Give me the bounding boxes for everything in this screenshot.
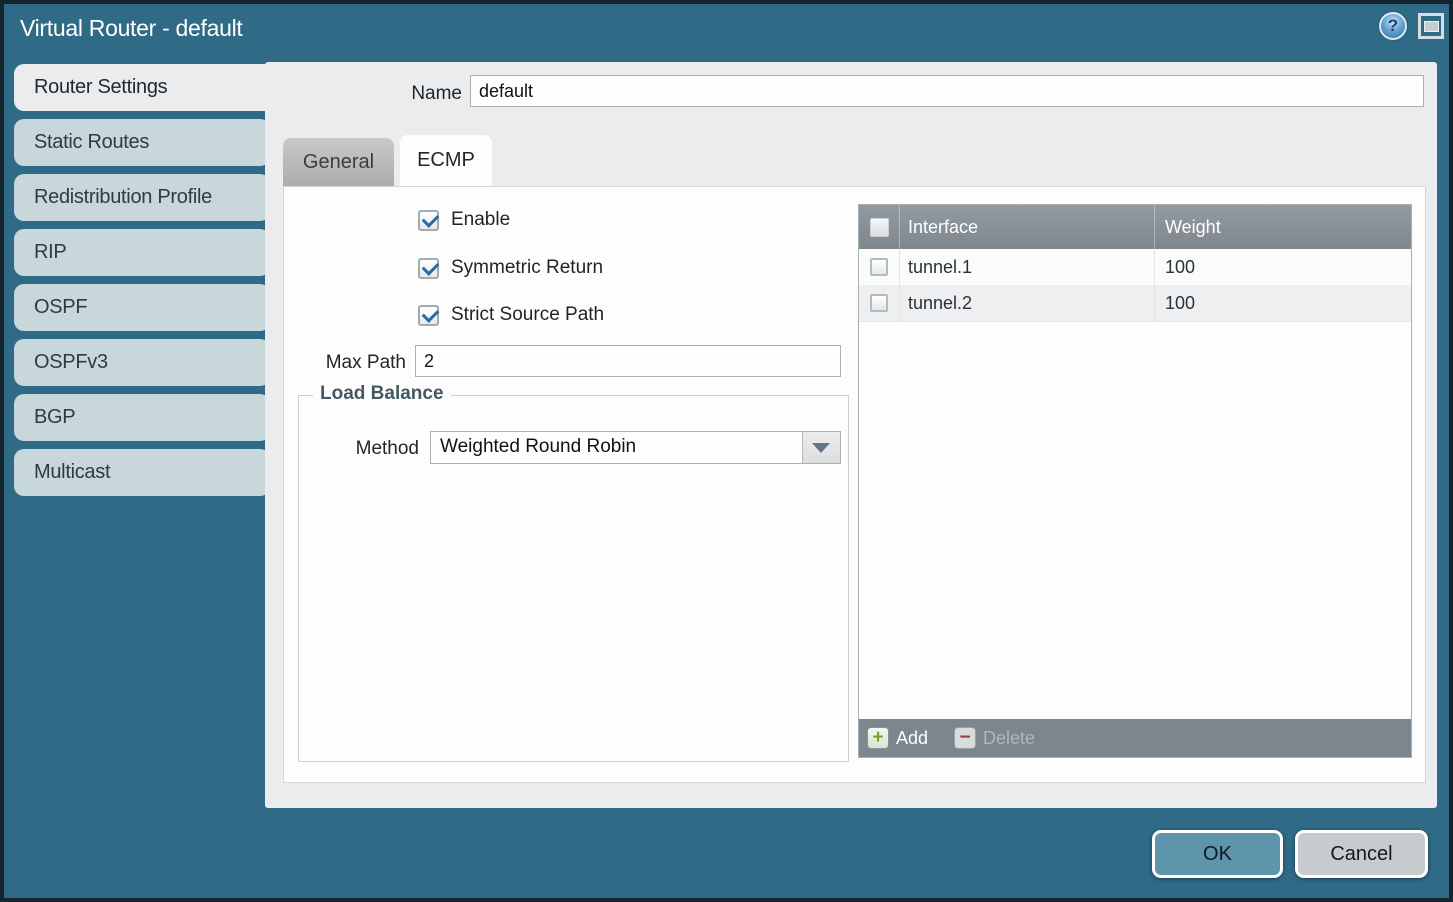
table-header: Interface Weight (859, 205, 1411, 249)
sidebar-item-ospfv3[interactable]: OSPFv3 (14, 339, 270, 386)
interface-cell: tunnel.1 (899, 249, 1154, 285)
header-checkbox-cell (859, 205, 899, 249)
method-label: Method (299, 438, 419, 460)
method-selected-value: Weighted Round Robin (440, 436, 636, 458)
table-row[interactable]: tunnel.1 100 (859, 249, 1411, 285)
sidebar-item-router-settings[interactable]: Router Settings (14, 64, 276, 111)
strict-source-path-checkbox[interactable] (418, 305, 439, 326)
interface-cell: tunnel.2 (899, 285, 1154, 321)
virtual-router-dialog: Virtual Router - default ? Router Settin… (0, 0, 1453, 902)
row-checkbox[interactable] (870, 258, 888, 276)
checkmark-icon (422, 305, 440, 323)
chevron-down-triangle (812, 443, 830, 453)
sidebar-item-ospf[interactable]: OSPF (14, 284, 270, 331)
add-plus-icon: + (867, 727, 889, 749)
add-button-label: Add (896, 728, 928, 749)
symmetric-return-checkbox[interactable] (418, 258, 439, 279)
delete-button-label: Delete (983, 728, 1035, 749)
sidebar-item-static-routes[interactable]: Static Routes (14, 119, 270, 166)
delete-button[interactable]: − Delete (954, 727, 1035, 749)
interface-column-header[interactable]: Interface (899, 205, 1154, 249)
table-toolbar: + Add − Delete (859, 719, 1411, 757)
chevron-down-icon[interactable] (802, 432, 840, 463)
sidebar-item-bgp[interactable]: BGP (14, 394, 270, 441)
row-checkbox[interactable] (870, 294, 888, 312)
table-row[interactable]: tunnel.2 100 (859, 285, 1411, 322)
name-input[interactable] (470, 75, 1424, 107)
weight-cell: 100 (1154, 285, 1411, 321)
row-checkbox-cell (859, 249, 899, 285)
cancel-button[interactable]: Cancel (1295, 830, 1428, 878)
ecmp-tab-content: Enable Symmetric Return Strict Source Pa… (283, 186, 1426, 783)
dialog-title: Virtual Router - default (20, 15, 243, 42)
restore-window-icon[interactable] (1418, 13, 1444, 39)
sidebar-item-rip[interactable]: RIP (14, 229, 270, 276)
max-path-input[interactable] (415, 345, 841, 377)
method-dropdown[interactable]: Weighted Round Robin (430, 431, 841, 464)
strict-source-path-label: Strict Source Path (451, 304, 604, 326)
tab-ecmp[interactable]: ECMP (400, 135, 492, 186)
content-panel: Name General ECMP Enable Symmetric Retur… (265, 62, 1437, 808)
enable-label: Enable (451, 209, 510, 231)
sidebar-item-multicast[interactable]: Multicast (14, 449, 270, 496)
row-checkbox-cell (859, 285, 899, 321)
ok-button[interactable]: OK (1152, 830, 1283, 878)
sidebar-item-redistribution-profile[interactable]: Redistribution Profile (14, 174, 270, 221)
tab-general[interactable]: General (283, 138, 394, 186)
help-icon[interactable]: ? (1379, 12, 1407, 40)
max-path-label: Max Path (284, 352, 406, 374)
checkmark-icon (422, 258, 440, 276)
weight-column-header[interactable]: Weight (1154, 205, 1411, 249)
name-label: Name (265, 83, 462, 105)
restore-window-icon-inner (1424, 21, 1439, 32)
load-balance-legend: Load Balance (313, 383, 451, 405)
select-all-checkbox[interactable] (870, 218, 889, 237)
interface-table: Interface Weight tunnel.1 100 tunnel.2 1… (858, 204, 1412, 758)
delete-minus-icon: − (954, 727, 976, 749)
symmetric-return-label: Symmetric Return (451, 257, 603, 279)
sidebar: Router Settings Static Routes Redistribu… (14, 64, 276, 496)
add-button[interactable]: + Add (867, 727, 928, 749)
enable-checkbox[interactable] (418, 210, 439, 231)
weight-cell: 100 (1154, 249, 1411, 285)
load-balance-group: Load Balance Method Weighted Round Robin (298, 395, 849, 762)
checkmark-icon (422, 210, 440, 228)
